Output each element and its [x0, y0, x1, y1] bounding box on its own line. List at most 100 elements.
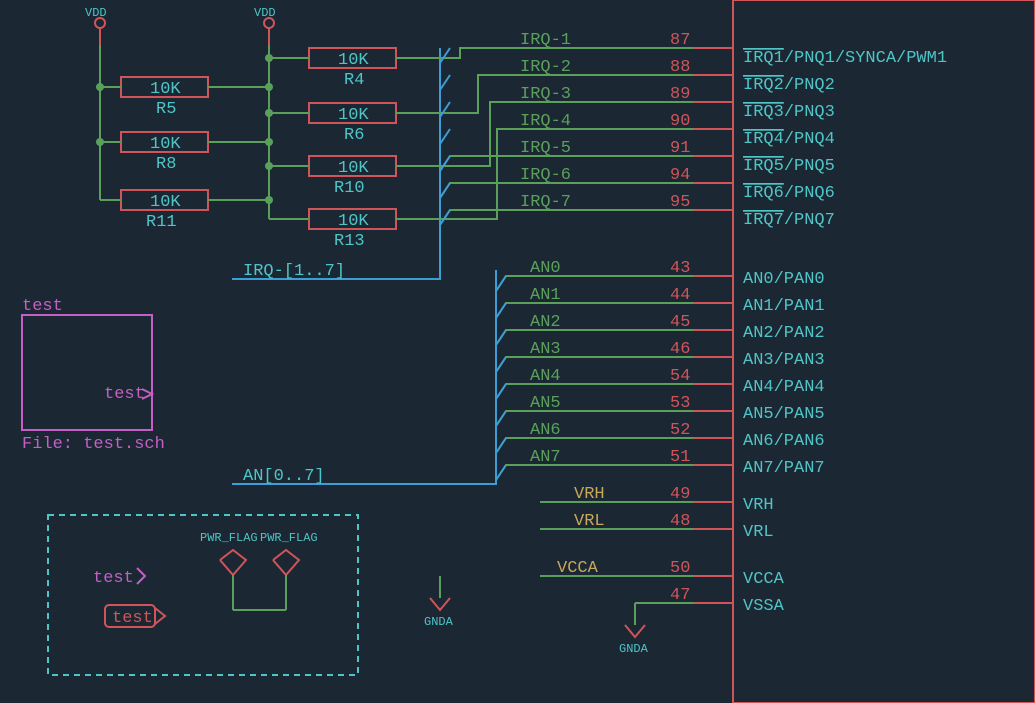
net-irq2: IRQ-2: [520, 58, 571, 77]
net-irq3: IRQ-3: [520, 85, 571, 104]
svg-text:10K: 10K: [338, 212, 369, 231]
net-irq6: IRQ-6: [520, 166, 571, 185]
pin-50: 50: [670, 559, 690, 578]
pin-54: 54: [670, 367, 690, 386]
pin-91: 91: [670, 139, 690, 158]
svg-text:test: test: [112, 609, 153, 628]
pwr-flag-2: PWR_FLAG: [260, 531, 318, 610]
pinlabel-an6: AN6/PAN6: [743, 432, 825, 451]
pin-88: 88: [670, 58, 690, 77]
pinlabel-irq4: IRQ4/PNQ4: [743, 130, 835, 149]
pinlabel-irq7: IRQ7/PNQ7: [743, 211, 835, 230]
svg-text:10K: 10K: [338, 159, 369, 178]
svg-text:GNDA: GNDA: [424, 615, 454, 629]
svg-text:R4: R4: [344, 71, 364, 90]
pin-46: 46: [670, 340, 690, 359]
svg-text:R8: R8: [156, 155, 176, 174]
resistor-r4: 10K R4: [269, 48, 396, 90]
pwr-flag-1: PWR_FLAG: [200, 531, 258, 610]
net-an1: AN1: [530, 286, 561, 305]
vdd-symbol-1: VDD: [85, 6, 107, 45]
net-an6: AN6: [530, 421, 561, 440]
net-vrl: VRL: [574, 512, 605, 531]
pinlabel-irq6: IRQ6/PNQ6: [743, 184, 835, 203]
gnda-symbol-1: GNDA: [424, 598, 454, 629]
pin-87: 87: [670, 31, 690, 50]
resistor-r8: 10K R8: [100, 132, 269, 174]
svg-text:test: test: [22, 297, 63, 316]
net-an4: AN4: [530, 367, 561, 386]
resistor-r10: 10K R10: [269, 156, 396, 198]
svg-text:test: test: [104, 385, 145, 404]
svg-text:10K: 10K: [338, 106, 369, 125]
net-an5: AN5: [530, 394, 561, 413]
an-bus-label: AN[0..7]: [243, 467, 325, 486]
pinlabel-an7: AN7/PAN7: [743, 459, 825, 478]
net-irq4: IRQ-4: [520, 112, 571, 131]
net-an3: AN3: [530, 340, 561, 359]
vdd-symbol-2: VDD: [254, 6, 276, 45]
pinlabel-an5: AN5/PAN5: [743, 405, 825, 424]
pin-45: 45: [670, 313, 690, 332]
pinlabel-irq5: IRQ5/PNQ5: [743, 157, 835, 176]
svg-text:PWR_FLAG: PWR_FLAG: [200, 531, 258, 545]
pin-49: 49: [670, 485, 690, 504]
net-irq5: IRQ-5: [520, 139, 571, 158]
svg-text:GNDA: GNDA: [619, 642, 649, 656]
pin-94: 94: [670, 166, 690, 185]
pin-53: 53: [670, 394, 690, 413]
net-irq7: IRQ-7: [520, 193, 571, 212]
pin-52: 52: [670, 421, 690, 440]
svg-text:R5: R5: [156, 100, 176, 119]
svg-text:PWR_FLAG: PWR_FLAG: [260, 531, 318, 545]
pinlabel-irq3: IRQ3/PNQ3: [743, 103, 835, 122]
an-bus: [232, 270, 496, 484]
pinlabel-an4: AN4/PAN4: [743, 378, 825, 397]
resistor-r11: 10K R11: [100, 190, 269, 232]
svg-text:R6: R6: [344, 126, 364, 145]
pin-47: 47: [670, 586, 690, 605]
pinlabel-vrl: VRL: [743, 523, 774, 542]
pinlabel-an0: AN0/PAN0: [743, 270, 825, 289]
pinlabel-vssa: VSSA: [743, 597, 785, 616]
net-an7: AN7: [530, 448, 561, 467]
net-an2: AN2: [530, 313, 561, 332]
pin-90: 90: [670, 112, 690, 131]
hierarchical-sheet[interactable]: test test File: test.sch: [22, 297, 165, 454]
pin-48: 48: [670, 512, 690, 531]
pinlabel-vrh: VRH: [743, 496, 774, 515]
svg-text:10K: 10K: [150, 135, 181, 154]
svg-text:R10: R10: [334, 179, 365, 198]
resistor-r13: 10K R13: [269, 209, 396, 251]
pinlabel-vcca: VCCA: [743, 570, 785, 589]
irq-bus-label: IRQ-[1..7]: [243, 262, 345, 281]
pin-44: 44: [670, 286, 690, 305]
net-irq1: IRQ-1: [520, 31, 571, 50]
pinlabel-an3: AN3/PAN3: [743, 351, 825, 370]
pinlabel-an1: AN1/PAN1: [743, 297, 825, 316]
net-an0: AN0: [530, 259, 561, 278]
pin-51: 51: [670, 448, 690, 467]
svg-text:test: test: [93, 569, 134, 588]
pinlabel-irq2: IRQ2/PNQ2: [743, 76, 835, 95]
resistor-r6: 10K R6: [269, 103, 396, 145]
svg-text:10K: 10K: [150, 80, 181, 99]
svg-text:R13: R13: [334, 232, 365, 251]
pin-89: 89: [670, 85, 690, 104]
net-vrh: VRH: [574, 485, 605, 504]
net-vcca: VCCA: [557, 559, 599, 578]
svg-text:10K: 10K: [338, 51, 369, 70]
svg-text:R11: R11: [146, 213, 177, 232]
pinlabel-an2: AN2/PAN2: [743, 324, 825, 343]
pin-43: 43: [670, 259, 690, 278]
svg-text:VDD: VDD: [85, 6, 107, 20]
resistor-r5: 10K R5: [100, 77, 269, 119]
gnda-symbol-2: GNDA: [619, 625, 649, 656]
svg-text:VDD: VDD: [254, 6, 276, 20]
svg-text:10K: 10K: [150, 193, 181, 212]
an-bus-entries: [496, 276, 506, 480]
net-label-test: test: [105, 605, 165, 628]
pinlabel-irq1: IRQ1/PNQ1/SYNCA/PWM1: [743, 49, 947, 68]
sheet-filename: File: test.sch: [22, 435, 165, 454]
hier-label-test: test: [93, 568, 145, 588]
